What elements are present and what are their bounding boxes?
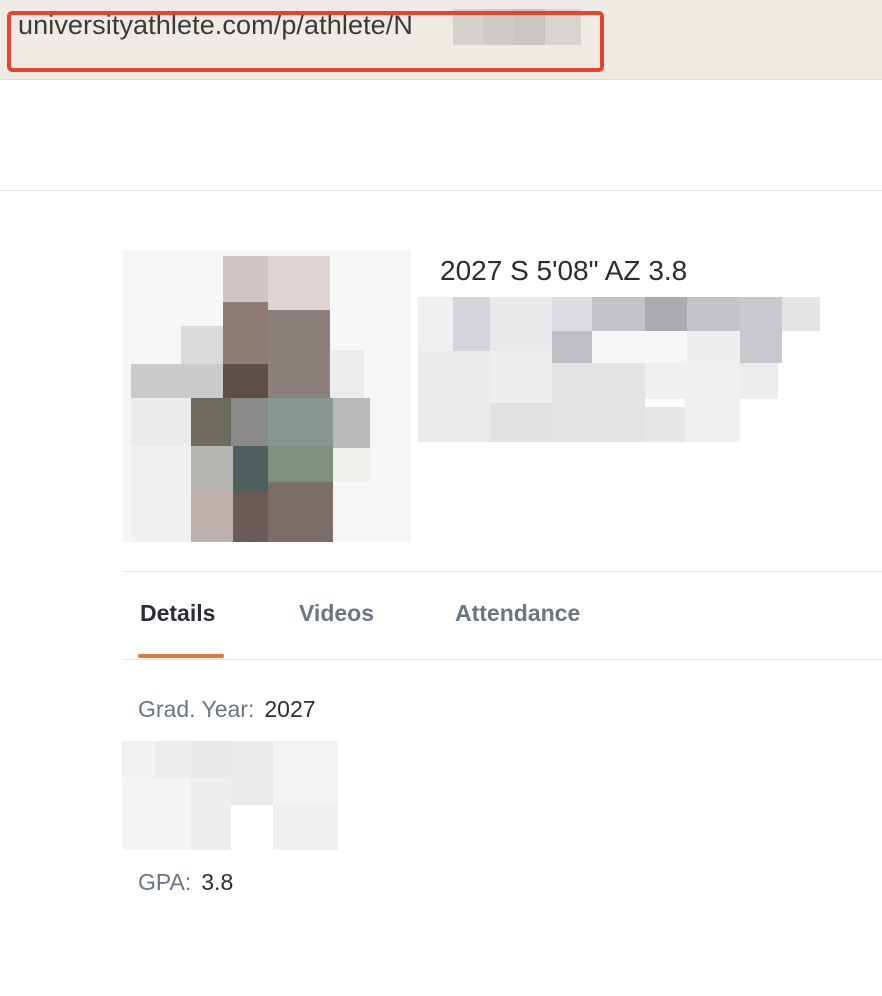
grad-year-field: Grad. Year: 2027 <box>138 696 316 723</box>
browser-address-bar: universityathlete.com/p/athlete/N <box>0 0 882 80</box>
tab-attendance[interactable]: Attendance <box>455 600 580 627</box>
gpa-label: GPA: <box>138 869 192 895</box>
athlete-photo <box>123 250 411 542</box>
gpa-field: GPA: 3.8 <box>138 869 233 896</box>
tab-videos[interactable]: Videos <box>299 600 374 627</box>
gpa-value: 3.8 <box>201 869 234 895</box>
grad-year-label: Grad. Year: <box>138 696 255 722</box>
tab-details[interactable]: Details <box>140 600 215 627</box>
athlete-headline: 2027 S 5'08" AZ 3.8 <box>440 255 688 286</box>
profile-tabs: Details Videos Attendance <box>123 572 882 660</box>
detail-redacted-block <box>122 741 338 850</box>
site-header <box>0 80 882 191</box>
athlete-info-redacted <box>418 297 820 442</box>
active-tab-indicator <box>138 654 224 658</box>
grad-year-value: 2027 <box>264 696 316 722</box>
url-highlight-box <box>7 11 604 72</box>
